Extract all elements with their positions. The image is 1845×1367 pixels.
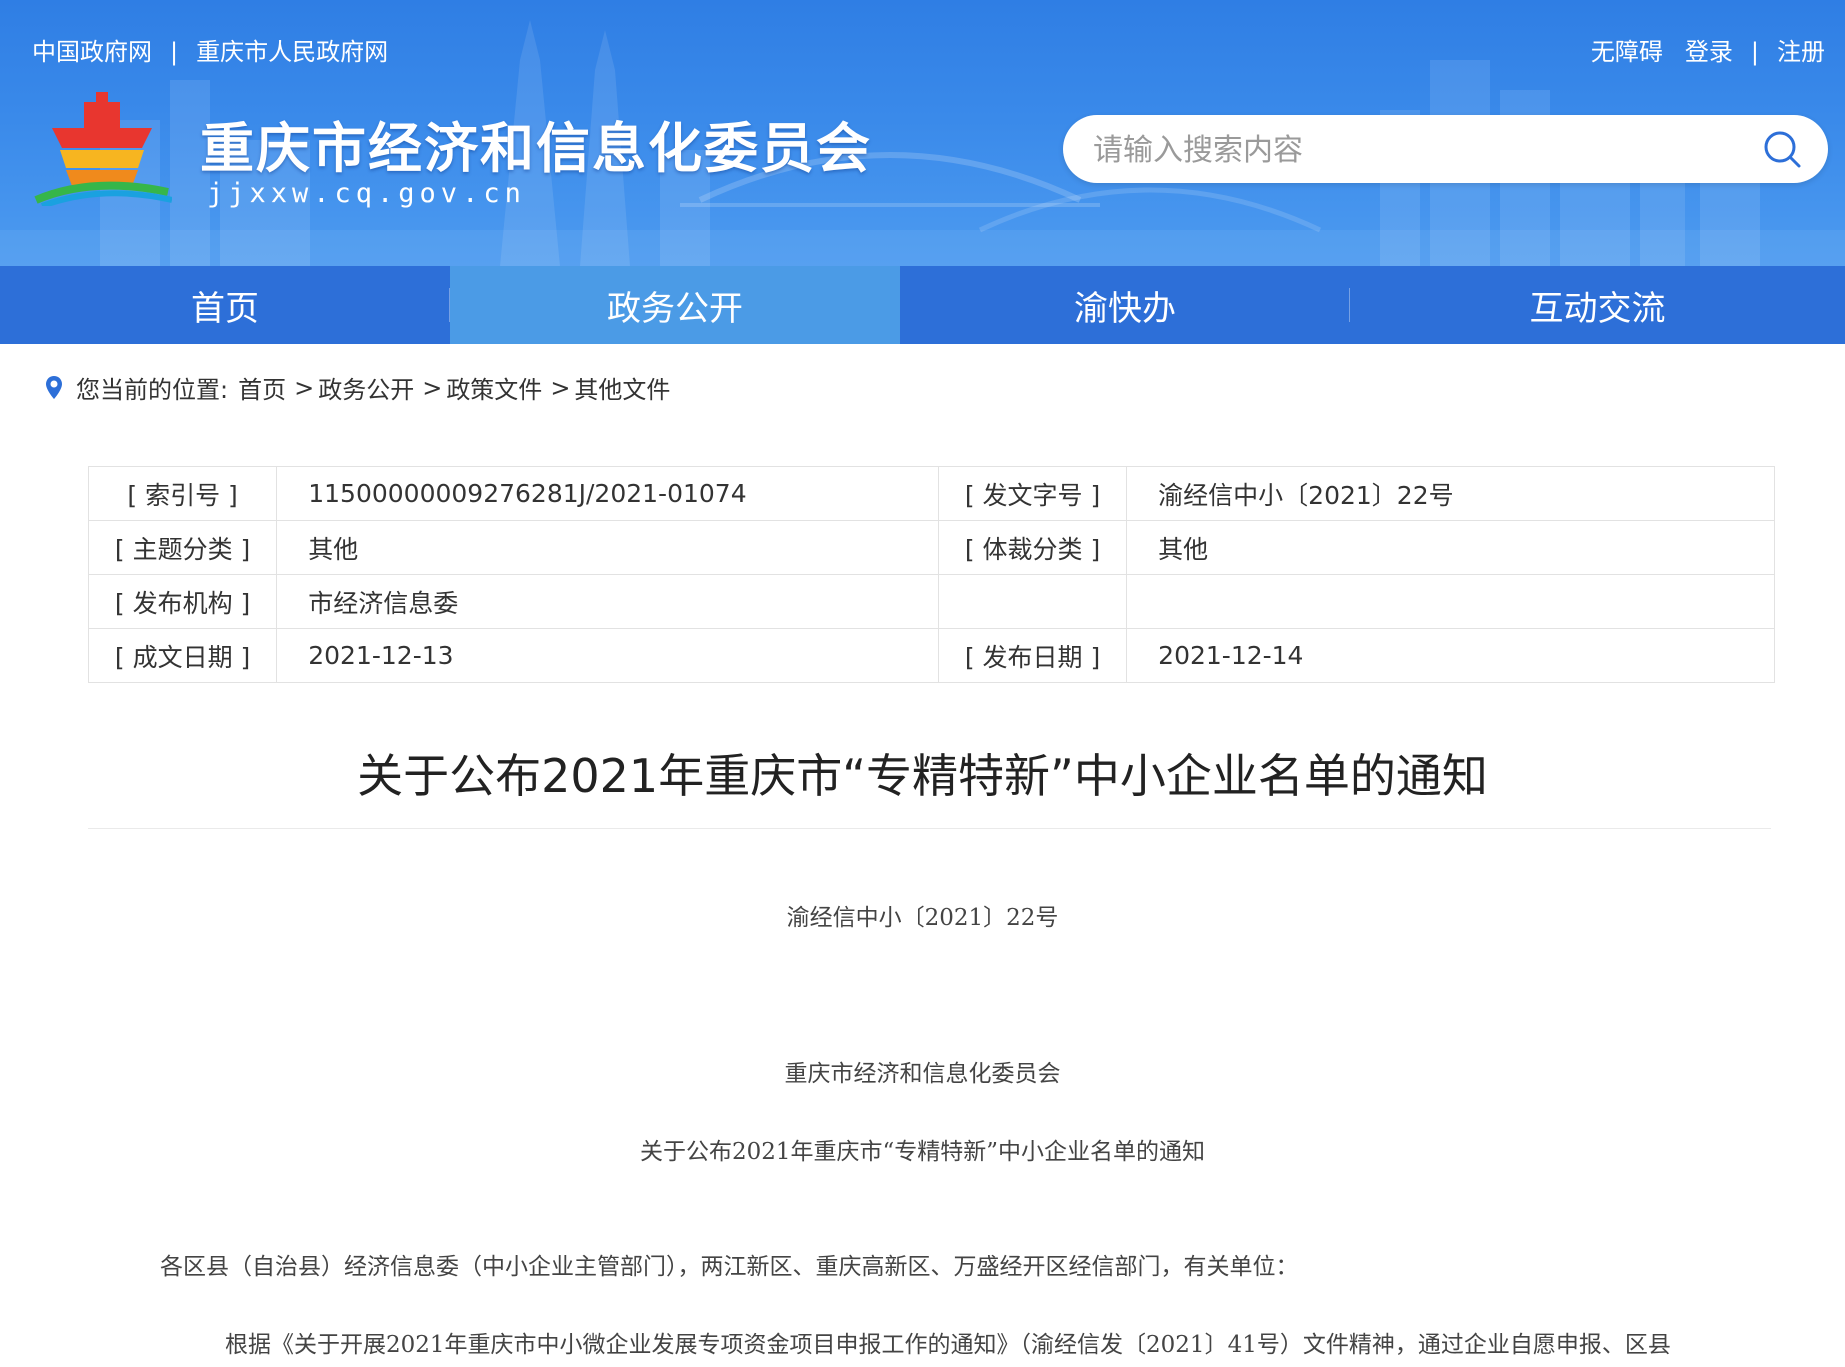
meta-value: 2021-12-14 <box>1126 628 1775 683</box>
breadcrumb-policy-docs[interactable]: 政策文件 <box>446 370 542 405</box>
meta-value: 2021-12-13 <box>276 628 939 683</box>
document-meta-table: [ 索引号 ] 11500000009276281J/2021-01074 [ … <box>87 466 1775 683</box>
breadcrumb-other-docs[interactable]: 其他文件 <box>574 370 670 405</box>
meta-label: [ 主题分类 ] <box>87 520 278 575</box>
location-pin-icon <box>46 375 62 399</box>
main-nav: 首页 政务公开 渝快办 互动交流 <box>0 266 1845 344</box>
breadcrumb-separator: > <box>550 373 571 402</box>
nav-item-home[interactable]: 首页 <box>0 266 450 344</box>
header-banner: 中国政府网 | 重庆市人民政府网 无障碍 登录 | 注册 重庆市经济和信息化委员会 jjx… <box>0 0 1845 266</box>
search-icon[interactable] <box>1762 129 1802 169</box>
top-links-left: 中国政府网 | 重庆市人民政府网 <box>32 32 388 67</box>
breadcrumb-gov-affairs[interactable]: 政务公开 <box>318 370 414 405</box>
meta-value <box>1126 574 1775 629</box>
link-china-gov[interactable]: 中国政府网 <box>32 38 152 66</box>
meta-label: [ 成文日期 ] <box>87 628 278 683</box>
table-row: [ 索引号 ] 11500000009276281J/2021-01074 [ … <box>87 466 1775 521</box>
breadcrumb: 您当前的位置: 首页 > 政务公开 > 政策文件 > 其他文件 <box>44 370 670 405</box>
table-row: [ 发布机构 ] 市经济信息委 <box>87 574 1775 629</box>
login-link[interactable]: 登录 <box>1685 38 1733 66</box>
site-title[interactable]: 重庆市经济和信息化委员会 <box>200 104 872 183</box>
meta-value: 其他 <box>276 520 939 575</box>
nav-item-yukuaiban[interactable]: 渝快办 <box>900 266 1350 344</box>
table-row: [ 成文日期 ] 2021-12-13 [ 发布日期 ] 2021-12-14 <box>87 628 1775 683</box>
meta-value: 其他 <box>1126 520 1775 575</box>
link-chongqing-gov[interactable]: 重庆市人民政府网 <box>196 38 388 66</box>
search-input[interactable] <box>1091 115 1735 185</box>
meta-label: [ 索引号 ] <box>87 466 278 521</box>
breadcrumb-prefix: 您当前的位置: <box>76 376 229 404</box>
doc-number: 渝经信中小〔2021〕22号 <box>786 905 1059 931</box>
meta-label: [ 发布机构 ] <box>87 574 278 629</box>
issuer-name: 重庆市经济和信息化委员会 <box>784 1061 1061 1087</box>
meta-label <box>937 574 1128 629</box>
nav-item-interaction[interactable]: 互动交流 <box>1350 266 1845 344</box>
title-divider <box>88 828 1771 829</box>
article-subtitle: 关于公布2021年重庆市“专精特新”中小企业名单的通知 <box>639 1139 1206 1165</box>
meta-label: [ 体裁分类 ] <box>937 520 1128 575</box>
meta-value: 市经济信息委 <box>276 574 939 629</box>
meta-value: 渝经信中小〔2021〕22号 <box>1126 466 1775 521</box>
breadcrumb-separator: > <box>294 373 315 402</box>
top-links-right: 无障碍 登录 | 注册 <box>1591 32 1825 67</box>
salutation-paragraph: 各区县（自治县）经济信息委（中小企业主管部门），两江新区、重庆高新区、万盛经开区… <box>160 1254 1299 1280</box>
table-row: [ 主题分类 ] 其他 [ 体裁分类 ] 其他 <box>87 520 1775 575</box>
link-separator: | <box>1750 38 1759 66</box>
meta-value: 11500000009276281J/2021-01074 <box>276 466 939 521</box>
link-separator: | <box>170 38 179 66</box>
breadcrumb-separator: > <box>422 373 443 402</box>
accessibility-link[interactable]: 无障碍 <box>1591 38 1663 66</box>
body-paragraph: 根据《关于开展2021年重庆市中小微企业发展专项资金项目申报工作的通知》（渝经信… <box>225 1332 1671 1358</box>
site-domain: jjxxw.cq.gov.cn <box>207 178 526 209</box>
emblem-logo-icon[interactable] <box>32 88 172 206</box>
breadcrumb-home[interactable]: 首页 <box>238 370 286 405</box>
meta-label: [ 发文字号 ] <box>937 466 1128 521</box>
search-box <box>1063 115 1828 185</box>
nav-item-gov-affairs[interactable]: 政务公开 <box>450 266 900 344</box>
meta-label: [ 发布日期 ] <box>937 628 1128 683</box>
register-link[interactable]: 注册 <box>1777 38 1825 66</box>
article-title: 关于公布2021年重庆市“专精特新”中小企业名单的通知 <box>357 749 1488 803</box>
